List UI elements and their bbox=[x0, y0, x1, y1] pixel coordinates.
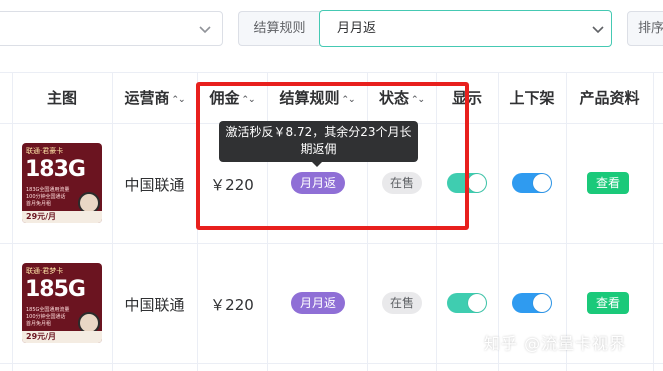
header-listing: 上下架 bbox=[509, 89, 555, 107]
image-line-text: 183G全国通用流量 bbox=[26, 187, 70, 193]
toggle-knob bbox=[533, 174, 551, 192]
row-divider bbox=[0, 363, 663, 364]
image-line-text: 100分钟全国通话 bbox=[26, 314, 66, 320]
chevron-down-icon bbox=[199, 26, 211, 34]
image-price-text: 29元/月 bbox=[22, 211, 102, 223]
column-divider bbox=[653, 73, 654, 371]
filter-select-left[interactable] bbox=[0, 11, 223, 46]
settlement-rule-tag: 月月返 bbox=[291, 292, 346, 314]
settlement-rule-label: 结算规则 bbox=[238, 11, 320, 46]
image-price-text: 29元/月 bbox=[22, 331, 102, 343]
sort-label: 排序 bbox=[627, 11, 663, 46]
operator-cell: 中国联通 bbox=[124, 176, 185, 194]
tooltip-arrow bbox=[312, 162, 322, 167]
watermark: 知乎 @流量卡视界 bbox=[484, 334, 627, 353]
listing-toggle[interactable] bbox=[512, 293, 552, 313]
image-tag-text: 联通·君豪卡 bbox=[26, 147, 64, 155]
product-image[interactable]: 联通·君豪卡 183G 183G全国通用流量 100分钟全国通话 首月免月租 2… bbox=[22, 143, 102, 223]
settlement-rule-select[interactable]: 月月返 bbox=[319, 10, 612, 47]
row-divider bbox=[0, 243, 663, 244]
image-tag-text: 联通·君梦卡 bbox=[26, 267, 64, 275]
toggle-knob bbox=[533, 294, 551, 312]
image-line-text: 185G全国通用流量 bbox=[26, 307, 70, 313]
toggle-knob bbox=[468, 174, 486, 192]
header-main-image: 主图 bbox=[46, 89, 77, 107]
show-toggle[interactable] bbox=[447, 293, 487, 313]
image-line-text: 首月免月租 bbox=[26, 321, 52, 327]
listing-toggle[interactable] bbox=[512, 173, 552, 193]
status-badge: 在售 bbox=[382, 292, 423, 314]
header-operator[interactable]: 运营商 ⌃⌄ bbox=[112, 73, 197, 123]
sort-icon[interactable]: ⌃⌄ bbox=[171, 75, 185, 125]
view-product-button[interactable]: 查看 bbox=[587, 172, 629, 194]
filter-bar: 结算规则 月月返 排序 bbox=[0, 0, 663, 72]
toggle-knob bbox=[468, 294, 486, 312]
product-image[interactable]: 联通·君梦卡 185G 185G全国通用流量 100分钟全国通话 首月免月租 2… bbox=[22, 263, 102, 343]
settlement-rule-value: 月月返 bbox=[337, 21, 377, 36]
header-product-info: 产品资料 bbox=[579, 89, 640, 107]
tooltip: 激活秒反￥8.72，其余分23个月长期返佣 bbox=[219, 121, 418, 167]
operator-cell: 中国联通 bbox=[124, 296, 185, 314]
chevron-down-icon bbox=[592, 26, 604, 34]
commission-cell: ￥220 bbox=[210, 296, 254, 314]
image-line-text: 100分钟全国通话 bbox=[26, 194, 66, 200]
view-product-button[interactable]: 查看 bbox=[587, 292, 629, 314]
tooltip-text: 激活秒反￥8.72，其余分23个月长期返佣 bbox=[225, 125, 412, 156]
image-data-text: 183G bbox=[25, 157, 86, 182]
image-line-text: 首月免月租 bbox=[26, 201, 52, 207]
image-data-text: 185G bbox=[25, 277, 86, 302]
